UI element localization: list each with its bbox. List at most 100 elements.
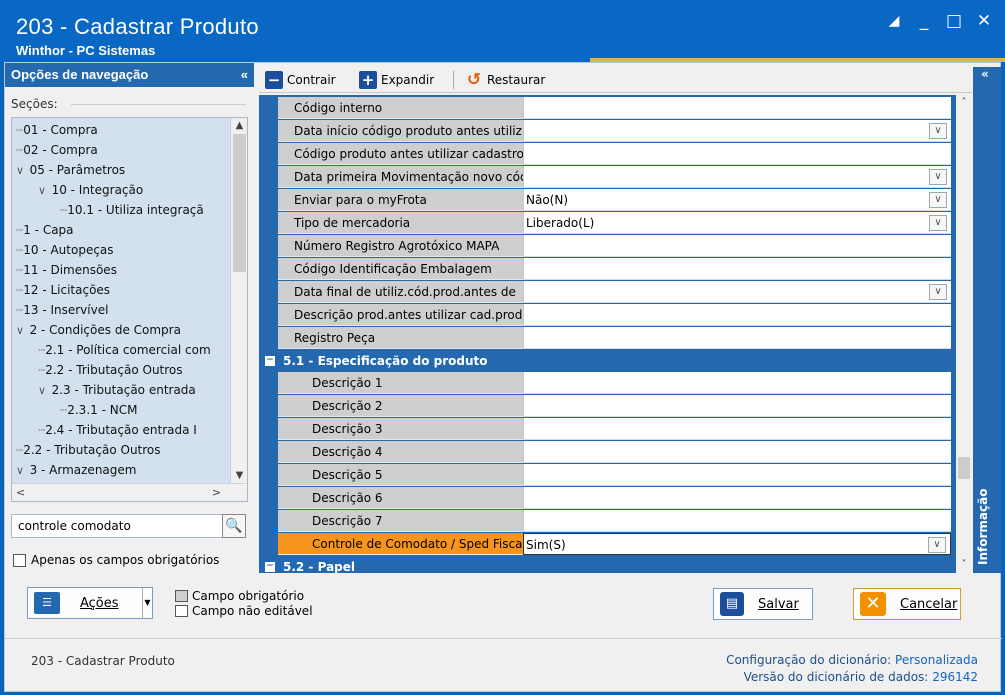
collapse-box-icon[interactable]: −	[265, 356, 275, 366]
field-row[interactable]: Data primeira Movimentação novo cód ∨	[259, 166, 956, 188]
chevron-down-icon[interactable]: ∨	[38, 184, 50, 197]
group-header[interactable]: −5.1 - Especificação do produto	[259, 350, 956, 372]
chevron-down-icon[interactable]: ∨	[16, 464, 28, 477]
field-value[interactable]: Não(N) ∨	[523, 189, 951, 211]
field-row[interactable]: Tipo de mercadoria Liberado(L) ∨	[259, 212, 956, 234]
field-value[interactable]	[523, 510, 951, 532]
field-row[interactable]: Data início código produto antes utiliz ∨	[259, 120, 956, 142]
grid-scroll-thumb[interactable]	[958, 457, 970, 479]
scroll-thumb[interactable]	[233, 134, 246, 272]
tree-item[interactable]: ┄02 - Compra	[16, 140, 98, 160]
field-value[interactable]	[523, 487, 951, 509]
chevron-down-icon[interactable]: ∨	[38, 384, 50, 397]
field-value[interactable]	[523, 143, 951, 165]
chevron-down-icon[interactable]: ∨	[928, 537, 946, 553]
field-row[interactable]: Descrição 7	[259, 510, 956, 532]
tree-item[interactable]: ┄2.2 - Tributação Outros	[38, 360, 183, 380]
search-icon[interactable]: 🔍	[222, 514, 246, 538]
scroll-up-icon[interactable]: ▲	[231, 118, 247, 134]
field-row[interactable]: Descrição 1	[259, 372, 956, 394]
restore-icon[interactable]: ◢	[883, 10, 905, 32]
tree-item[interactable]: ∨ 2.3 - Tributação entrada	[38, 380, 196, 400]
field-value[interactable]: Liberado(L) ∨	[523, 212, 951, 234]
grid-vertical-scrollbar[interactable]: ˄ ˅	[956, 95, 972, 573]
tree-item[interactable]: ┄2.3.1 - NCM	[60, 400, 137, 420]
chevron-down-icon[interactable]: ∨	[929, 215, 947, 231]
save-button[interactable]: ▤ Salvar	[713, 588, 813, 620]
field-row[interactable]: Código interno	[259, 97, 956, 119]
field-row[interactable]: Enviar para o myFrota Não(N) ∨	[259, 189, 956, 211]
field-value[interactable]	[523, 464, 951, 486]
tree-horizontal-scrollbar[interactable]: < >	[12, 483, 247, 501]
scroll-left-icon[interactable]: <	[12, 484, 29, 501]
close-button[interactable]: ✕	[973, 10, 995, 32]
field-value[interactable]	[523, 372, 951, 394]
field-value[interactable]	[523, 258, 951, 280]
only-required-checkbox[interactable]: Apenas os campos obrigatórios	[13, 553, 219, 567]
field-row[interactable]: Código Identificação Embalagem	[259, 258, 956, 280]
tree-item[interactable]: ┄12 - Licitações	[16, 280, 110, 300]
field-row[interactable]: Registro Peça	[259, 327, 956, 349]
field-row[interactable]: Descrição 2	[259, 395, 956, 417]
actions-button[interactable]: ☰ Ações ▼	[27, 587, 153, 619]
nav-collapse-icon[interactable]: «	[241, 63, 248, 87]
info-collapse-icon[interactable]: «	[981, 67, 989, 81]
field-value[interactable]	[523, 418, 951, 440]
field-value[interactable]: ∨	[523, 166, 951, 188]
field-value[interactable]	[523, 327, 951, 349]
restore-button[interactable]: ↺ Restaurar	[465, 69, 545, 91]
tree-item[interactable]: ∨ 2 - Condições de Compra	[16, 320, 181, 340]
maximize-button[interactable]: □	[943, 10, 965, 32]
tree-item[interactable]: ┄2.1 - Política comercial com	[38, 340, 211, 360]
field-row[interactable]: Número Registro Agrotóxico MAPA	[259, 235, 956, 257]
tree-vertical-scrollbar[interactable]: ▲ ▼	[230, 118, 247, 484]
chevron-down-icon[interactable]: ∨	[929, 123, 947, 139]
tree-item[interactable]: ┄10 - Autopeças	[16, 240, 114, 260]
grid-scroll-up-icon[interactable]: ˄	[956, 95, 972, 111]
field-value[interactable]	[523, 97, 951, 119]
tree-item[interactable]: ┄10.1 - Utiliza integraçã	[60, 200, 204, 220]
field-value[interactable]	[523, 441, 951, 463]
field-value[interactable]	[523, 235, 951, 257]
field-value[interactable]: Sim(S) ∨	[523, 533, 951, 555]
title-bar[interactable]: 203 - Cadastrar Produto Winthor - PC Sis…	[0, 0, 1005, 62]
chevron-down-icon[interactable]: ∨	[929, 192, 947, 208]
tree-item[interactable]: ┄2.2 - Tributação Outros	[16, 440, 161, 460]
expand-button[interactable]: + Expandir	[359, 69, 434, 91]
field-row[interactable]: Descrição 4	[259, 441, 956, 463]
field-row[interactable]: Descrição prod.antes utilizar cad.prod	[259, 304, 956, 326]
sections-tree[interactable]: ∨ 3 - Armazenagem ┄2.2 - Tributação Outro…	[11, 117, 248, 502]
field-value[interactable]	[523, 304, 951, 326]
field-row[interactable]: Código produto antes utilizar cadastro	[259, 143, 956, 165]
dropdown-arrow-icon[interactable]: ▼	[142, 588, 152, 618]
minimize-button[interactable]: _	[913, 10, 935, 32]
scroll-down-icon[interactable]: ▼	[231, 468, 247, 484]
collapse-box-icon[interactable]: −	[265, 562, 275, 572]
cancel-button[interactable]: ✕ Cancelar	[853, 588, 961, 620]
field-value[interactable]: ∨	[523, 120, 951, 142]
field-value[interactable]	[523, 395, 951, 417]
chevron-down-icon[interactable]: ∨	[16, 164, 28, 177]
field-row[interactable]: Descrição 3	[259, 418, 956, 440]
field-row[interactable]: Descrição 5	[259, 464, 956, 486]
chevron-down-icon[interactable]: ∨	[929, 284, 947, 300]
field-row[interactable]: Data final de utiliz.cód.prod.antes de ∨	[259, 281, 956, 303]
tree-item[interactable]: ∨ 3 - Armazenagem	[16, 460, 136, 480]
group-header[interactable]: −5.2 - Papel	[259, 556, 956, 573]
chevron-down-icon[interactable]: ∨	[929, 169, 947, 185]
chevron-down-icon[interactable]: ∨	[16, 324, 28, 337]
collapse-button[interactable]: − Contrair	[265, 69, 336, 91]
tree-item[interactable]: ┄1 - Capa	[16, 220, 74, 240]
section-search-input[interactable]: controle comodato	[11, 514, 224, 538]
tree-item[interactable]: ┄01 - Compra	[16, 120, 98, 140]
tree-item[interactable]: ∨ 05 - Parâmetros	[16, 160, 125, 180]
tree-item[interactable]: ┄13 - Inservível	[16, 300, 108, 320]
tree-item[interactable]: ┄11 - Dimensões	[16, 260, 117, 280]
highlighted-field-row[interactable]: Controle de Comodato / Sped Fiscal Sim(S)…	[259, 533, 956, 555]
info-side-tab[interactable]: « Informação	[973, 67, 1001, 573]
tree-item[interactable]: ┄2.4 - Tributação entrada I	[38, 420, 197, 440]
grid-scroll-down-icon[interactable]: ˅	[956, 557, 972, 573]
field-row[interactable]: Descrição 6	[259, 487, 956, 509]
tree-item[interactable]: ∨ 10 - Integração	[38, 180, 143, 200]
field-value[interactable]: ∨	[523, 281, 951, 303]
